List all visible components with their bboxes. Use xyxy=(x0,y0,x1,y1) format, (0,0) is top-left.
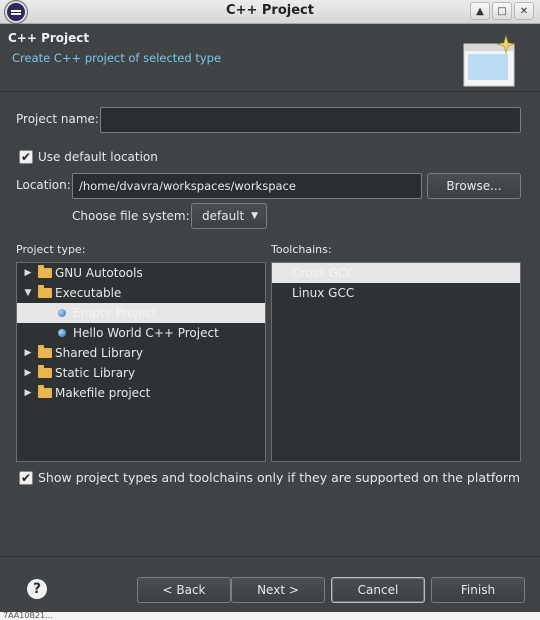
wizard-window: C++ Project ▲ □ ✕ C++ Project Create C++… xyxy=(0,0,540,612)
file-system-label: Choose file system: xyxy=(72,209,190,223)
maximize-icon[interactable]: □ xyxy=(492,2,512,20)
project-name-label: Project name: xyxy=(16,112,99,126)
expand-arrow-icon[interactable]: ▶ xyxy=(23,263,33,283)
chevron-down-icon: ▼ xyxy=(251,211,258,221)
folder-open-icon xyxy=(38,285,52,298)
list-item-label: Cross GCC xyxy=(292,266,355,280)
folder-icon xyxy=(38,265,52,278)
title-bar[interactable]: C++ Project ▲ □ ✕ xyxy=(0,0,540,24)
file-system-value: default xyxy=(202,209,245,223)
filter-supported-label: Show project types and toolchains only i… xyxy=(38,470,521,485)
tree-item-makefile-project[interactable]: ▶ Makefile project xyxy=(17,383,265,403)
window-title: C++ Project xyxy=(226,3,314,18)
expand-arrow-icon[interactable]: ▶ xyxy=(23,363,33,383)
finish-button[interactable]: Finish xyxy=(431,577,525,603)
tree-item-label: Static Library xyxy=(55,366,136,380)
footer-divider xyxy=(0,556,540,557)
project-template-icon xyxy=(58,309,66,317)
use-default-location-checkbox[interactable]: ✔ xyxy=(19,150,33,164)
folder-icon xyxy=(38,385,52,398)
project-type-tree[interactable]: ▶ GNU Autotools ▼ Executable Empty Proje… xyxy=(16,262,266,462)
list-item-label: Linux GCC xyxy=(292,286,355,300)
project-name-input[interactable] xyxy=(100,107,521,133)
list-item-linux-gcc[interactable]: Linux GCC xyxy=(272,283,520,303)
tree-item-label: Shared Library xyxy=(55,346,144,360)
folder-icon xyxy=(38,365,52,378)
tree-item-shared-library[interactable]: ▶ Shared Library xyxy=(17,343,265,363)
shade-icon[interactable]: ▲ xyxy=(470,2,490,20)
back-button[interactable]: < Back xyxy=(137,577,231,603)
file-system-select[interactable]: default ▼ xyxy=(191,203,267,229)
list-item-cross-gcc[interactable]: Cross GCC xyxy=(272,263,520,283)
location-label: Location: xyxy=(16,178,71,192)
use-default-location-label: Use default location xyxy=(38,150,158,164)
background-strip-text: 7AA10B21... xyxy=(0,612,540,620)
location-input[interactable]: /home/dvavra/workspaces/workspace xyxy=(72,173,422,199)
project-template-icon xyxy=(58,329,66,337)
collapse-arrow-icon[interactable]: ▼ xyxy=(23,283,33,303)
close-icon[interactable]: ✕ xyxy=(514,2,534,20)
tree-item-label: Makefile project xyxy=(55,386,151,400)
folder-icon xyxy=(38,345,52,358)
tree-item-label: GNU Autotools xyxy=(55,266,143,280)
filter-supported-checkbox[interactable]: ✔ xyxy=(19,471,33,485)
new-project-wizard-icon xyxy=(463,34,516,87)
tree-item-executable[interactable]: ▼ Executable xyxy=(17,283,265,303)
tree-item-label: Empty Project xyxy=(73,306,157,320)
project-type-label: Project type: xyxy=(16,243,86,256)
tree-item-label: Executable xyxy=(55,286,122,300)
browse-button[interactable]: Browse... xyxy=(427,173,521,199)
toolchains-list[interactable]: Cross GCC Linux GCC xyxy=(271,262,521,462)
page-subtitle: Create C++ project of selected type xyxy=(12,51,222,65)
tree-item-empty-project[interactable]: Empty Project xyxy=(17,303,265,323)
tree-item-static-library[interactable]: ▶ Static Library xyxy=(17,363,265,383)
help-icon[interactable]: ? xyxy=(27,579,47,599)
wizard-header: C++ Project Create C++ project of select… xyxy=(0,24,540,92)
expand-arrow-icon[interactable]: ▶ xyxy=(23,343,33,363)
expand-arrow-icon[interactable]: ▶ xyxy=(23,383,33,403)
page-title: C++ Project xyxy=(8,31,90,45)
tree-item-hello-world[interactable]: Hello World C++ Project xyxy=(17,323,265,343)
tree-item-gnu-autotools[interactable]: ▶ GNU Autotools xyxy=(17,263,265,283)
cancel-button[interactable]: Cancel xyxy=(331,577,425,603)
tree-item-label: Hello World C++ Project xyxy=(73,326,219,340)
toolchains-label: Toolchains: xyxy=(271,243,332,256)
next-button[interactable]: Next > xyxy=(231,577,325,603)
